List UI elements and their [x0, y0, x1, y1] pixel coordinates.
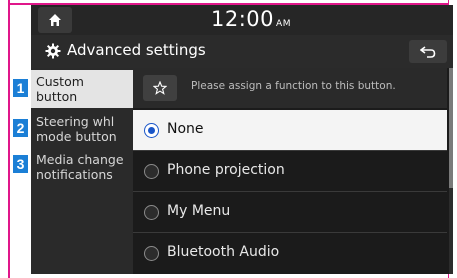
sidebar-item-label: Custom button: [36, 74, 84, 104]
star-icon: [153, 81, 167, 95]
scrollbar-thumb[interactable]: [449, 68, 453, 188]
clock-time: 12:00: [211, 7, 275, 31]
radio-unselected-icon: [144, 164, 159, 179]
home-icon: [49, 14, 61, 26]
option-label: Bluetooth Audio: [167, 244, 280, 260]
status-bar: 12:00 AM: [31, 5, 453, 35]
home-button[interactable]: [38, 7, 72, 33]
assign-hint-row: Please assign a function to this button.: [133, 68, 447, 108]
clock: 12:00 AM: [211, 7, 291, 31]
sidebar-item-steering-wheel-mode-button[interactable]: Steering whl mode button: [31, 112, 133, 148]
radio-unselected-icon: [144, 205, 159, 220]
assign-hint-text: Please assign a function to this button.: [191, 80, 396, 92]
sidebar-item-custom-button[interactable]: Custom button: [31, 70, 133, 108]
infotainment-screen: 12:00 AM Advanced settings Custom button…: [31, 5, 453, 274]
back-button[interactable]: [409, 40, 447, 63]
sidebar: Custom button Steering whl mode button M…: [31, 68, 133, 274]
gear-icon: [45, 43, 61, 59]
option-my-menu[interactable]: My Menu: [133, 192, 447, 232]
option-bluetooth-audio[interactable]: Bluetooth Audio: [133, 233, 447, 273]
title-bar: Advanced settings: [31, 35, 453, 68]
callout-badge-1: 1: [13, 79, 28, 97]
back-arrow-icon: [420, 45, 436, 58]
scrollbar[interactable]: [449, 68, 453, 274]
callout-badge-3: 3: [13, 155, 28, 173]
options-panel: Please assign a function to this button.…: [133, 68, 453, 274]
page-title: Advanced settings: [67, 41, 206, 59]
radio-selected-icon: [144, 123, 159, 138]
clock-ampm: AM: [276, 19, 291, 29]
option-label: None: [167, 121, 204, 137]
sidebar-item-label: Media change notifications: [36, 152, 124, 182]
callout-badge-2: 2: [13, 119, 28, 137]
favorite-button[interactable]: [143, 75, 177, 101]
frame-line-left: [8, 0, 10, 278]
sidebar-item-media-change-notifications[interactable]: Media change notifications: [31, 150, 133, 186]
option-none[interactable]: None: [133, 110, 447, 150]
radio-unselected-icon: [144, 246, 159, 261]
option-label: Phone projection: [167, 162, 285, 178]
sidebar-item-label: Steering whl mode button: [36, 114, 117, 144]
option-label: My Menu: [167, 203, 231, 219]
option-phone-projection[interactable]: Phone projection: [133, 151, 447, 191]
